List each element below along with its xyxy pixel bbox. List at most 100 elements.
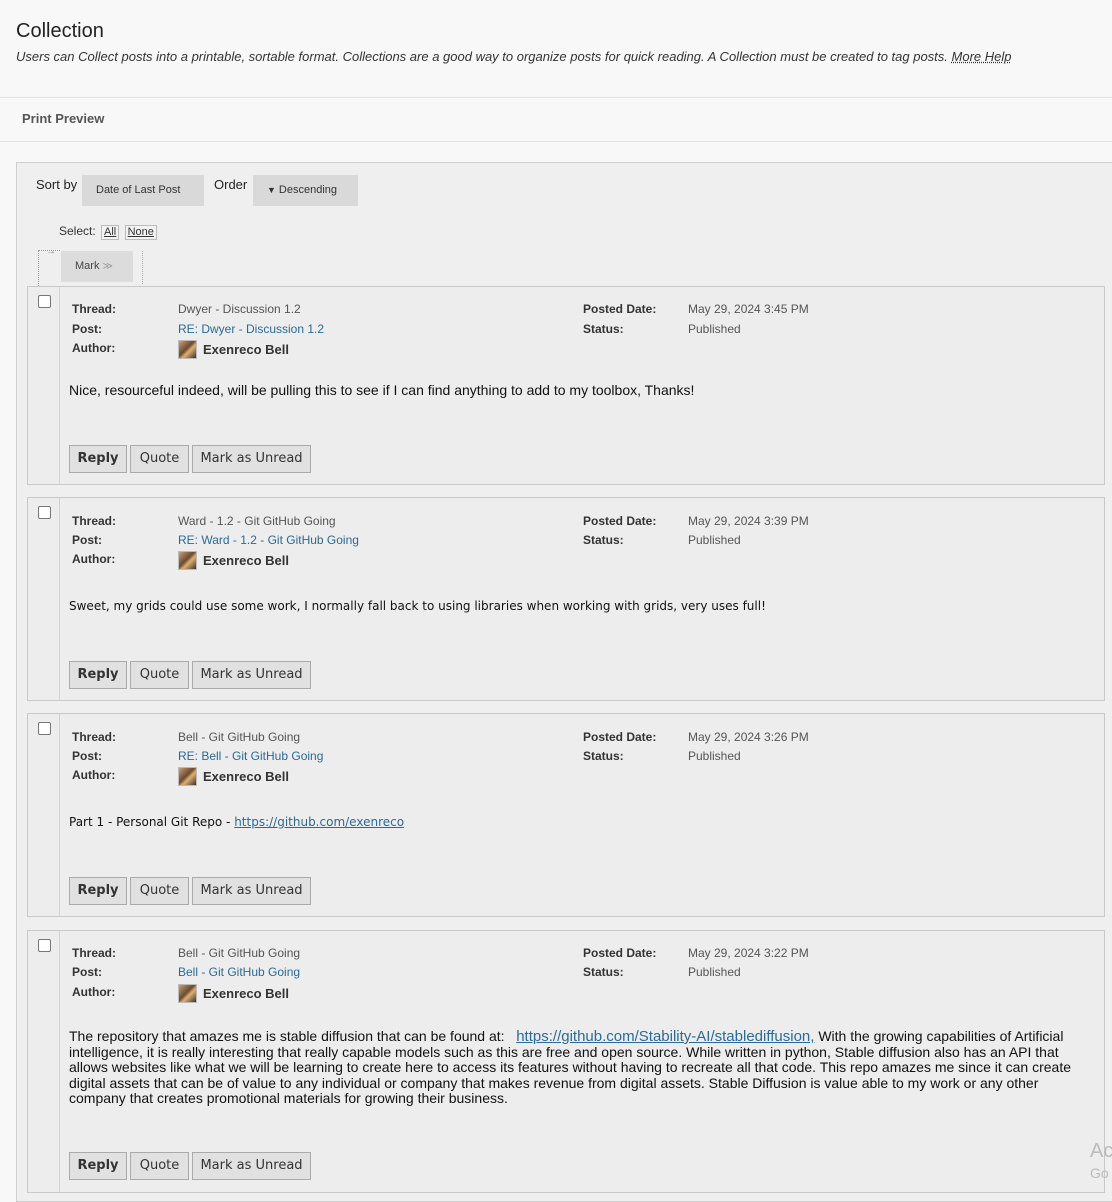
author-label: Author: [72, 985, 116, 999]
sort-by-select[interactable]: Date of Last Post [82, 175, 204, 206]
order-select[interactable]: ▼ Descending [253, 175, 358, 206]
author-name: Exenreco Bell [203, 342, 289, 357]
mark-unread-button[interactable]: Mark as Unread [192, 1152, 311, 1180]
post-link[interactable]: RE: Dwyer - Discussion 1.2 [178, 322, 324, 336]
post-card: Thread: Bell - Git GitHub Going Post: Be… [27, 930, 1105, 1193]
status-value: Published [688, 322, 741, 336]
description-text: Users can Collect posts into a printable… [16, 49, 948, 64]
status-value: Published [688, 533, 741, 547]
post-label: Post: [72, 533, 102, 547]
chevron-double-down-icon: ≫ [102, 261, 113, 272]
thread-value: Ward - 1.2 - Git GitHub Going [178, 514, 336, 528]
page-description: Users can Collect posts into a printable… [16, 49, 1096, 64]
post-checkbox[interactable] [38, 939, 51, 952]
mark-label: Mark [75, 260, 100, 272]
quote-button[interactable]: Quote [130, 877, 189, 905]
thread-value: Bell - Git GitHub Going [178, 946, 301, 960]
status-label: Status: [583, 533, 624, 547]
more-help-link[interactable]: More Help [952, 49, 1012, 64]
avatar [178, 551, 197, 570]
select-none-link[interactable]: None [124, 225, 157, 240]
post-body: The repository that amazes me is stable … [69, 1028, 1092, 1107]
divider [0, 97, 1112, 98]
author-label: Author: [72, 768, 116, 782]
activation-watermark: Ac Go [1090, 1140, 1112, 1184]
status-label: Status: [583, 965, 624, 979]
post-card: Thread: Dwyer - Discussion 1.2 Post: RE:… [27, 286, 1105, 485]
author: Exenreco Bell [178, 551, 289, 570]
quote-button[interactable]: Quote [130, 1152, 189, 1180]
status-label: Status: [583, 749, 624, 763]
author: Exenreco Bell [178, 340, 289, 359]
post-checkbox[interactable] [38, 722, 51, 735]
mark-unread-button[interactable]: Mark as Unread [192, 661, 311, 689]
author: Exenreco Bell [178, 767, 289, 786]
post-link[interactable]: Bell - Git GitHub Going [178, 965, 300, 979]
thread-label: Thread: [72, 514, 117, 528]
quote-button[interactable]: Quote [130, 661, 189, 689]
author: Exenreco Bell [178, 984, 289, 1003]
author-name: Exenreco Bell [203, 553, 289, 568]
reply-button[interactable]: Reply [69, 661, 127, 689]
post-label: Post: [72, 965, 102, 979]
posted-date-label: Posted Date: [583, 514, 657, 528]
mark-unread-button[interactable]: Mark as Unread [192, 445, 311, 473]
status-label: Status: [583, 322, 624, 336]
divider [142, 251, 143, 284]
posted-date-value: May 29, 2024 3:22 PM [688, 946, 809, 960]
reply-button[interactable]: Reply [69, 877, 127, 905]
print-preview-button[interactable]: Print Preview [22, 111, 104, 126]
divider [0, 141, 1112, 142]
sort-by-label: Sort by [36, 177, 78, 192]
posted-date-label: Posted Date: [583, 302, 657, 316]
thread-value: Bell - Git GitHub Going [178, 730, 301, 744]
reply-button[interactable]: Reply [69, 1152, 127, 1180]
avatar [178, 767, 197, 786]
mark-unread-button[interactable]: Mark as Unread [192, 877, 311, 905]
select-controls: Select: All None [59, 224, 157, 240]
post-body-text: The repository that amazes me is stable … [69, 1028, 505, 1044]
post-body: Part 1 - Personal Git Repo - https://git… [69, 815, 1092, 831]
order-label: Order [214, 177, 248, 192]
status-value: Published [688, 965, 741, 979]
avatar [178, 340, 197, 359]
thread-label: Thread: [72, 946, 117, 960]
posted-date-value: May 29, 2024 3:26 PM [688, 730, 809, 744]
post-checkbox[interactable] [38, 295, 51, 308]
post-checkbox[interactable] [38, 506, 51, 519]
status-value: Published [688, 749, 741, 763]
posted-date-label: Posted Date: [583, 730, 657, 744]
posted-date-label: Posted Date: [583, 946, 657, 960]
watermark-line: Ac [1090, 1140, 1112, 1162]
select-label: Select: [59, 224, 96, 238]
thread-label: Thread: [72, 302, 117, 316]
order-value: Descending [278, 184, 338, 196]
avatar [178, 984, 197, 1003]
page-header: Collection Users can Collect posts into … [16, 20, 1096, 64]
author-label: Author: [72, 341, 116, 355]
repo-link[interactable]: https://github.com/Stability-AI/stabledi… [516, 1028, 814, 1045]
post-card: Thread: Bell - Git GitHub Going Post: RE… [27, 713, 1105, 917]
repo-link[interactable]: https://github.com/exenreco [234, 815, 404, 829]
mark-dropdown[interactable]: Mark ≫ [61, 251, 133, 282]
select-all-link[interactable]: All [101, 225, 120, 240]
posted-date-value: May 29, 2024 3:45 PM [688, 302, 809, 316]
post-card: Thread: Ward - 1.2 - Git GitHub Going Po… [27, 497, 1105, 701]
author-label: Author: [72, 552, 116, 566]
page-title: Collection [16, 20, 104, 42]
thread-value: Dwyer - Discussion 1.2 [178, 302, 301, 316]
author-name: Exenreco Bell [203, 769, 289, 784]
quote-button[interactable]: Quote [130, 445, 189, 473]
watermark-line: Go [1090, 1165, 1109, 1181]
post-link[interactable]: RE: Bell - Git GitHub Going [178, 749, 323, 763]
triangle-down-icon: ▼ [267, 185, 276, 195]
thread-label: Thread: [72, 730, 117, 744]
author-name: Exenreco Bell [203, 986, 289, 1001]
reply-button[interactable]: Reply [69, 445, 127, 473]
posted-date-value: May 29, 2024 3:39 PM [688, 514, 809, 528]
post-body: Nice, resourceful indeed, will be pullin… [69, 382, 695, 398]
post-link[interactable]: RE: Ward - 1.2 - Git GitHub Going [178, 533, 359, 547]
post-label: Post: [72, 322, 102, 336]
post-label: Post: [72, 749, 102, 763]
arrow-right-icon: → [46, 246, 56, 257]
